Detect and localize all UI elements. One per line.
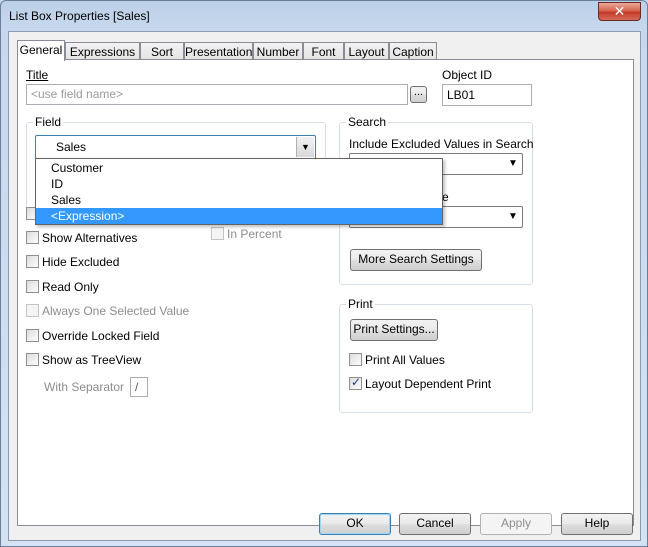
tab-sort[interactable]: Sort [140, 42, 184, 60]
chevron-down-icon[interactable]: ▼ [505, 155, 521, 173]
title-bar[interactable]: List Box Properties [Sales] ✕ [1, 1, 647, 31]
tab-panel-general: Title <use field name> ... Object ID LB0… [17, 59, 634, 526]
chevron-down-icon[interactable]: ▼ [296, 137, 314, 157]
always-one-selected-checkbox[interactable] [26, 304, 39, 317]
field-combobox-value: Sales [56, 140, 87, 154]
hide-excluded-label: Hide Excluded [42, 255, 120, 269]
in-percent-label: In Percent [227, 227, 282, 241]
help-button[interactable]: Help [561, 513, 633, 535]
apply-label: Apply [500, 516, 532, 530]
search-group-title: Search [346, 115, 389, 129]
object-id-input[interactable]: LB01 [442, 84, 532, 106]
cancel-label: Cancel [416, 516, 454, 530]
ok-label: OK [346, 516, 364, 530]
close-button[interactable]: ✕ [598, 2, 641, 21]
print-group-title: Print [346, 297, 375, 311]
dialog-client: General Expressions Sort Presentation Nu… [8, 31, 641, 541]
print-all-values-label: Print All Values [365, 353, 445, 367]
apply-button[interactable]: Apply [480, 513, 552, 535]
in-percent-checkbox[interactable] [211, 227, 224, 240]
tab-presentation[interactable]: Presentation [184, 42, 253, 60]
hide-excluded-checkbox[interactable] [26, 255, 39, 268]
read-only-checkbox[interactable] [26, 280, 39, 293]
field-combobox[interactable]: Sales ▼ [35, 135, 316, 159]
cancel-button[interactable]: Cancel [399, 513, 471, 535]
with-separator-label: With Separator [44, 380, 125, 394]
help-label: Help [584, 516, 610, 530]
print-settings-button[interactable]: Print Settings... [350, 319, 438, 341]
window-title: List Box Properties [Sales] [9, 9, 150, 23]
tab-font[interactable]: Font [303, 42, 344, 60]
title-browse-button[interactable]: ... [410, 86, 427, 103]
print-all-values-checkbox[interactable] [349, 353, 362, 366]
show-alternatives-checkbox[interactable] [26, 231, 39, 244]
tab-caption[interactable]: Caption [389, 42, 437, 60]
ok-button[interactable]: OK [319, 513, 391, 535]
more-search-settings-button[interactable]: More Search Settings [350, 249, 482, 271]
field-option-customer[interactable]: Customer [36, 160, 442, 176]
field-option-expression[interactable]: <Expression> [36, 208, 442, 224]
default-search-mode-label: e [442, 190, 449, 204]
always-one-selected-label: Always One Selected Value [42, 304, 190, 318]
tab-layout[interactable]: Layout [344, 42, 389, 60]
show-as-treeview-checkbox[interactable] [26, 353, 39, 366]
close-icon: ✕ [613, 3, 626, 19]
dialog-window: List Box Properties [Sales] ✕ General Ex… [0, 0, 648, 547]
include-excluded-label: Include Excluded Values in Search [349, 137, 534, 151]
title-input[interactable]: <use field name> [26, 84, 408, 105]
title-label: Title [26, 68, 49, 82]
more-search-settings-label: More Search Settings [358, 252, 474, 266]
field-dropdown-list: Customer ID Sales <Expression> [35, 158, 443, 225]
layout-dependent-print-checkbox[interactable] [349, 375, 362, 390]
layout-dependent-print-label: Layout Dependent Print [365, 377, 492, 391]
field-option-id[interactable]: ID [36, 176, 442, 192]
object-id-label: Object ID [442, 68, 493, 82]
tab-expressions[interactable]: Expressions [65, 42, 140, 60]
override-locked-checkbox[interactable] [26, 329, 39, 342]
override-locked-label: Override Locked Field [42, 329, 160, 343]
field-option-sales[interactable]: Sales [36, 192, 442, 208]
tab-general[interactable]: General [17, 40, 65, 61]
read-only-label: Read Only [42, 280, 99, 294]
tab-number[interactable]: Number [253, 42, 303, 60]
show-as-treeview-label: Show as TreeView [42, 353, 142, 367]
field-group-title: Field [33, 115, 64, 129]
show-alternatives-label: Show Alternatives [42, 231, 138, 245]
print-settings-label: Print Settings... [353, 322, 435, 336]
separator-input[interactable]: / [130, 377, 148, 397]
chevron-down-icon[interactable]: ▼ [505, 208, 521, 226]
